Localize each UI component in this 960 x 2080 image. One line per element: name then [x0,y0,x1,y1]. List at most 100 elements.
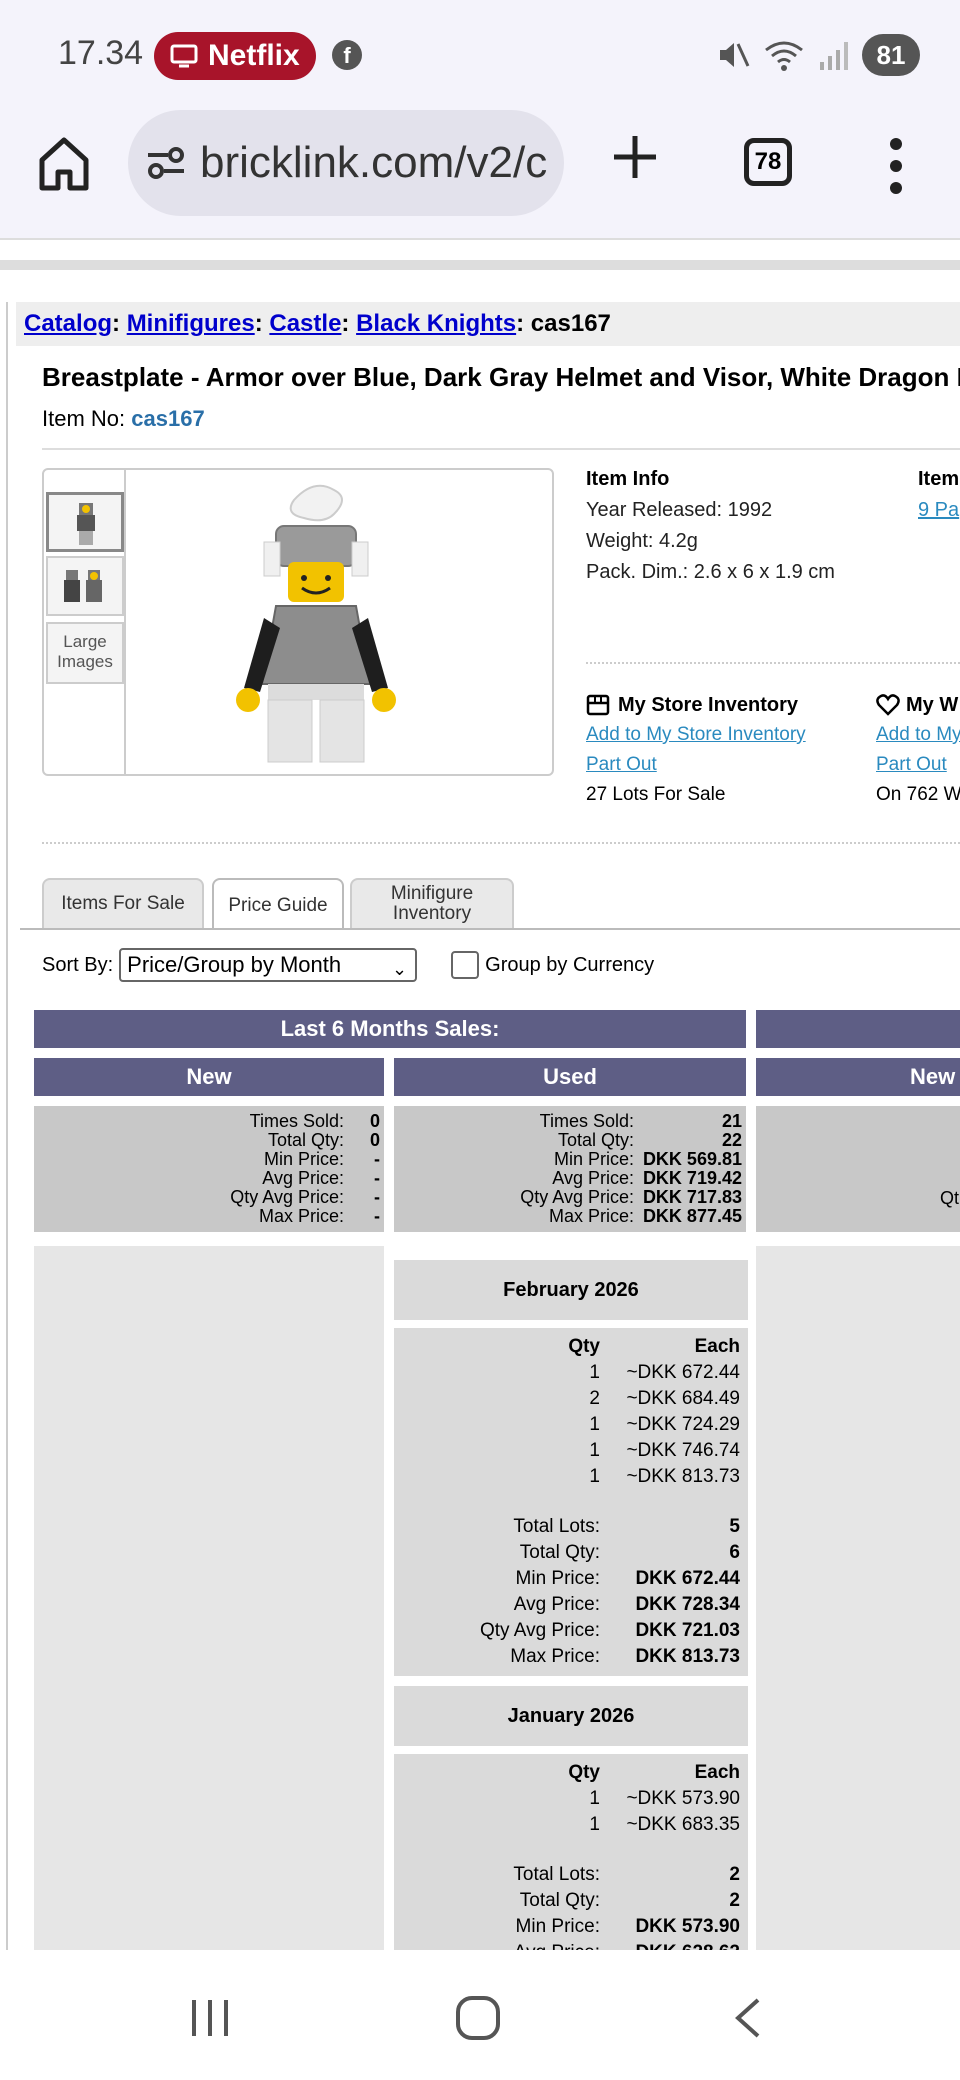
used-summary-box: Times Sold: 21 Total Qty: 22 Min Price: DKK 5… [394,1106,746,1232]
section-header-right-partial [756,1010,960,1048]
summary-value: 21 [721,1111,742,1131]
thumbnail-1[interactable] [46,492,124,552]
summary-row: Avg Price: - [230,1169,380,1188]
dotted-divider-2 [42,842,960,844]
summary-value: 0 [369,1130,380,1150]
web-page: Catalog: Minifigures: Castle: Black Knig… [0,242,960,1950]
item-info-heading: Item Info [586,468,670,490]
tab-price-guide[interactable]: Price Guide [212,878,344,930]
sale-qty: 1 [589,1440,600,1461]
month-summary-row: Total Qty: 6 [394,1540,748,1566]
url-text[interactable]: bricklink.com/v2/c [200,138,547,188]
part-out-link[interactable]: Part Out [586,750,806,780]
mute-icon [720,43,750,67]
month-table: Qty Each 1 ~DKK 573.90 1 ~DKK 683.35 Total Lot… [394,1754,748,1950]
store-inventory-section: My Store Inventory Add to My Store Inven… [586,690,806,810]
summary-value: DKK 717.83 [642,1187,742,1207]
android-nav-bar [0,1950,960,2080]
month-summary-value: DKK 813.73 [635,1646,740,1667]
facebook-icon: f [332,40,362,70]
status-bar: 17.34 Netflix f 81 [0,0,960,110]
home-icon[interactable] [38,134,90,194]
month-summary-row: Total Qty: 2 [394,1888,748,1914]
sale-price: ~DKK 672.44 [626,1362,740,1383]
more-menu-icon[interactable] [888,136,904,196]
month-summary-row: Max Price: DKK 813.73 [394,1644,748,1670]
store-icon [586,694,610,716]
wanted-part-out-link[interactable]: Part Out [876,750,960,780]
summary-label: Total Qty: [557,1130,634,1150]
summary-row: Max Price: DKK 877.45 [520,1207,742,1226]
address-bar[interactable]: bricklink.com/v2/c [128,110,564,216]
right-details-column [756,1246,960,1950]
new-summary-list: Times Sold: 0 Total Qty: 0 Min Price: - Avg Pr… [230,1112,380,1226]
summary-value: 22 [721,1130,742,1150]
summary-label: Total Qty: [267,1130,344,1150]
thumbnail-strip: Large Images [44,470,126,774]
sort-selected-value: Price/Group by Month [127,952,342,977]
sort-select[interactable]: Price/Group by Month ⌄ [119,948,418,982]
month-summary-label: Min Price: [515,1916,600,1937]
weight: Weight: 4.2g [586,530,698,552]
summary-row: Total Qty: 0 [230,1131,380,1150]
battery-indicator: 81 [862,34,920,76]
summary-label: Max Price: [548,1206,634,1226]
month-summary-row: Min Price: DKK 573.90 [394,1914,748,1940]
summary-row: Qty Avg Price: DKK 717.83 [520,1188,742,1207]
sale-qty: 1 [589,1814,600,1835]
sale-price: ~DKK 683.35 [626,1814,740,1835]
group-by-currency-checkbox[interactable] [451,951,480,979]
summary-value: - [374,1187,380,1207]
month-summary-value: DKK 672.44 [635,1568,740,1589]
each-header: Each [694,1762,740,1783]
site-settings-icon[interactable] [146,145,186,181]
item-no-value: cas167 [131,406,205,431]
sale-price: ~DKK 684.49 [626,1388,740,1409]
qty-header: Qty [568,1762,600,1783]
month-summary-label: Qty Avg Price: [479,1620,600,1641]
wifi-icon [765,41,803,71]
summary-row: Qty Avg Price: - [230,1188,380,1207]
summary-row: Times Sold: 0 [230,1112,380,1131]
month-summary-value: 5 [729,1516,740,1537]
year-released: Year Released: 1992 [586,499,773,521]
new-tab-icon[interactable] [610,132,660,182]
new-summary-box: Times Sold: 0 Total Qty: 0 Min Price: - Avg Pr… [34,1106,384,1232]
month-summary-value: 2 [729,1864,740,1885]
add-to-wanted-link[interactable]: Add to My [876,720,960,750]
recent-apps-icon[interactable] [188,1996,232,2040]
month-summary-label: Total Qty: [519,1542,600,1563]
summary-label: Avg Price: [262,1168,344,1188]
summary-label: Min Price: [553,1149,634,1169]
pack-dimensions: Pack. Dim.: 2.6 x 6 x 1.9 cm [586,561,835,583]
breadcrumb-black-knights[interactable]: Black Knights [356,310,516,337]
month-summary-row: Qty Avg Price: DKK 721.03 [394,1618,748,1644]
large-images-button[interactable]: Large Images [46,622,124,684]
thumbnail-2[interactable] [46,556,124,616]
netflix-notification-pill[interactable]: Netflix [154,32,316,80]
tv-icon [170,44,198,68]
item-heading-partial: Item [918,468,960,490]
breadcrumb-castle[interactable]: Castle [269,310,341,337]
add-to-store-link[interactable]: Add to My Store Inventory [586,720,806,750]
tab-minifigure-inventory[interactable]: Minifigure Inventory [350,878,514,928]
month-summary-row: Min Price: DKK 672.44 [394,1566,748,1592]
sale-price: ~DKK 813.73 [626,1466,740,1487]
home-button-icon[interactable] [454,1994,502,2042]
right-summary-box: Qt [756,1106,960,1232]
summary-label: Avg Price: [552,1168,634,1188]
back-icon[interactable] [730,1996,766,2040]
sale-row: 1 ~DKK 724.29 [394,1412,748,1438]
breadcrumb-catalog[interactable]: Catalog [24,310,112,337]
each-header: Each [694,1336,740,1357]
sale-row: 1 ~DKK 573.90 [394,1786,748,1812]
store-inventory-title: My Store Inventory [618,694,799,716]
breadcrumb-minifigures[interactable]: Minifigures [127,310,255,337]
qty-header: Qty [568,1336,600,1357]
summary-value: - [374,1206,380,1226]
dotted-divider [586,662,960,664]
appears-in-link[interactable]: 9 Pa [918,499,959,522]
month-summary-row: Avg Price: DKK 728.34 [394,1592,748,1618]
tab-items-for-sale[interactable]: Items For Sale [42,878,204,928]
tab-switcher-button[interactable]: 78 [744,138,792,186]
